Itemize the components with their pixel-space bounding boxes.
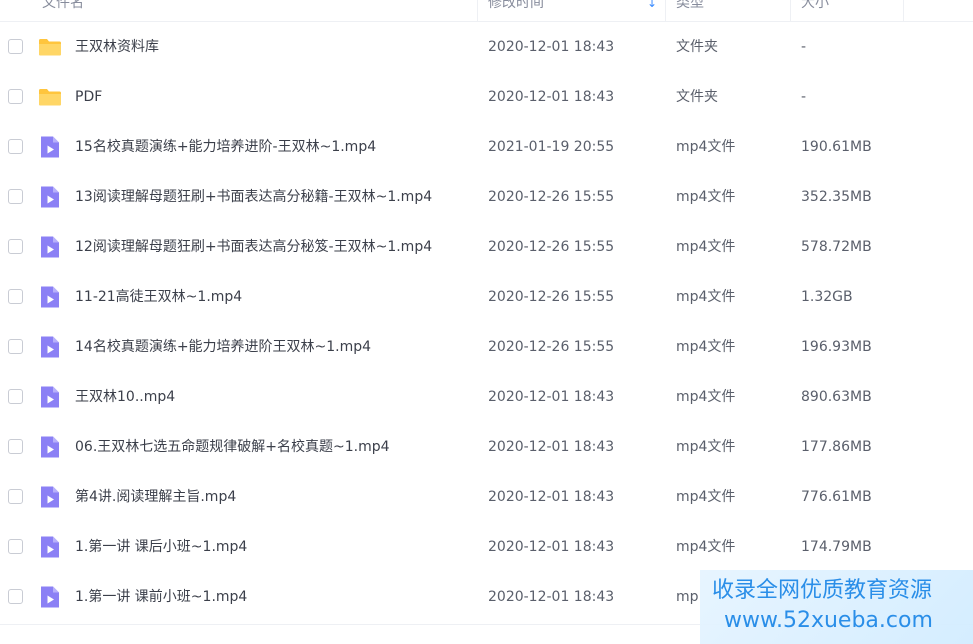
column-header-modified[interactable]: 修改时间	[488, 0, 544, 22]
file-size: -	[801, 89, 807, 105]
file-name[interactable]: PDF	[75, 72, 102, 122]
row-checkbox[interactable]	[8, 39, 23, 54]
row-checkbox[interactable]	[8, 89, 23, 104]
file-name[interactable]: 15名校真题演练+能力培养进阶-王双林~1.mp4	[75, 122, 376, 172]
file-size: 196.93MB	[801, 339, 872, 355]
file-size: 890.63MB	[801, 389, 872, 405]
file-size: 776.61MB	[801, 489, 872, 505]
file-row[interactable]: 1.第一讲 课后小班~1.mp4 2020-12-01 18:43 mp4文件 174…	[0, 522, 973, 572]
column-divider[interactable]	[665, 0, 666, 22]
file-row[interactable]: PDF 2020-12-01 18:43 文件夹 -	[0, 72, 973, 122]
file-size: 190.61MB	[801, 139, 872, 155]
file-list-header: 文件名 修改时间 ↓ 类型 大小	[0, 0, 973, 22]
file-modified-time: 2020-12-01 18:43	[488, 439, 615, 455]
file-type: mp4文件	[676, 189, 736, 205]
video-file-icon	[41, 286, 59, 308]
file-type: mp4文件	[676, 139, 736, 155]
row-checkbox[interactable]	[8, 489, 23, 504]
file-name[interactable]: 12阅读理解母题狂刷+书面表达高分秘笈-王双林~1.mp4	[75, 222, 432, 272]
row-checkbox[interactable]	[8, 389, 23, 404]
sort-descending-icon[interactable]: ↓	[647, 0, 657, 14]
file-modified-time: 2020-12-01 18:43	[488, 589, 615, 605]
file-row[interactable]: 王双林10..mp4 2020-12-01 18:43 mp4文件 890.63MB	[0, 372, 973, 422]
file-modified-time: 2020-12-01 18:43	[488, 389, 615, 405]
video-file-icon	[41, 586, 59, 608]
file-modified-time: 2020-12-26 15:55	[488, 289, 615, 305]
file-type: mp4文件	[676, 489, 736, 505]
file-type: 文件夹	[676, 39, 718, 55]
file-modified-time: 2021-01-19 20:55	[488, 139, 615, 155]
column-divider[interactable]	[903, 0, 904, 22]
file-type: mp4文件	[676, 439, 736, 455]
file-name[interactable]: 1.第一讲 课后小班~1.mp4	[75, 522, 247, 572]
row-checkbox[interactable]	[8, 189, 23, 204]
file-row[interactable]: 14名校真题演练+能力培养进阶王双林~1.mp4 2020-12-26 15:55…	[0, 322, 973, 372]
file-name[interactable]: 第4讲.阅读理解主旨.mp4	[75, 472, 236, 522]
file-row[interactable]: 12阅读理解母题狂刷+书面表达高分秘笈-王双林~1.mp4 2020-12-26 …	[0, 222, 973, 272]
file-size: 1.32GB	[801, 289, 853, 305]
video-file-icon	[41, 436, 59, 458]
file-row[interactable]: 15名校真题演练+能力培养进阶-王双林~1.mp4 2021-01-19 20:5…	[0, 122, 973, 172]
file-row[interactable]: 13阅读理解母题狂刷+书面表达高分秘籍-王双林~1.mp4 2020-12-26 …	[0, 172, 973, 222]
watermark-slogan: 收录全网优质教育资源	[712, 578, 933, 603]
file-row[interactable]: 王双林资料库 2020-12-01 18:43 文件夹 -	[0, 22, 973, 72]
video-file-icon	[41, 236, 59, 258]
file-size: 352.35MB	[801, 189, 872, 205]
file-name[interactable]: 11-21高徒王双林~1.mp4	[75, 272, 242, 322]
row-checkbox[interactable]	[8, 139, 23, 154]
file-name[interactable]: 14名校真题演练+能力培养进阶王双林~1.mp4	[75, 322, 371, 372]
file-type: 文件夹	[676, 89, 718, 105]
file-modified-time: 2020-12-01 18:43	[488, 39, 615, 55]
watermark-banner: 收录全网优质教育资源 www.52xueba.com	[700, 570, 973, 644]
file-modified-time: 2020-12-01 18:43	[488, 539, 615, 555]
file-type: mp4文件	[676, 389, 736, 405]
file-type: mp4文件	[676, 239, 736, 255]
file-size: -	[801, 39, 807, 55]
column-divider[interactable]	[790, 0, 791, 22]
watermark-url: www.52xueba.com	[724, 608, 933, 633]
file-size: 177.86MB	[801, 439, 872, 455]
file-size: 174.79MB	[801, 539, 872, 555]
video-file-icon	[41, 136, 59, 158]
column-header-size[interactable]: 大小	[801, 0, 829, 22]
file-name[interactable]: 13阅读理解母题狂刷+书面表达高分秘籍-王双林~1.mp4	[75, 172, 432, 222]
file-type: mp4文件	[676, 539, 736, 555]
column-divider[interactable]	[477, 0, 478, 22]
folder-icon	[39, 89, 61, 106]
file-name[interactable]: 王双林10..mp4	[75, 372, 175, 422]
video-file-icon	[41, 486, 59, 508]
row-checkbox[interactable]	[8, 589, 23, 604]
file-size: 578.72MB	[801, 239, 872, 255]
file-modified-time: 2020-12-26 15:55	[488, 189, 615, 205]
video-file-icon	[41, 386, 59, 408]
row-checkbox[interactable]	[8, 289, 23, 304]
file-name[interactable]: 1.第一讲 课前小班~1.mp4	[75, 572, 247, 622]
file-name[interactable]: 王双林资料库	[75, 22, 159, 72]
file-row[interactable]: 06.王双林七选五命题规律破解+名校真题~1.mp4 2020-12-01 18:…	[0, 422, 973, 472]
file-name[interactable]: 06.王双林七选五命题规律破解+名校真题~1.mp4	[75, 422, 390, 472]
row-checkbox[interactable]	[8, 239, 23, 254]
file-modified-time: 2020-12-01 18:43	[488, 89, 615, 105]
file-type: mp4文件	[676, 289, 736, 305]
file-row[interactable]: 11-21高徒王双林~1.mp4 2020-12-26 15:55 mp4文件 1.3…	[0, 272, 973, 322]
file-type: mp4文件	[676, 339, 736, 355]
column-header-type[interactable]: 类型	[676, 0, 704, 22]
column-header-name[interactable]: 文件名	[42, 0, 84, 22]
video-file-icon	[41, 536, 59, 558]
file-modified-time: 2020-12-26 15:55	[488, 339, 615, 355]
row-checkbox[interactable]	[8, 539, 23, 554]
file-row[interactable]: 第4讲.阅读理解主旨.mp4 2020-12-01 18:43 mp4文件 776.6…	[0, 472, 973, 522]
row-checkbox[interactable]	[8, 439, 23, 454]
file-modified-time: 2020-12-01 18:43	[488, 489, 615, 505]
video-file-icon	[41, 336, 59, 358]
file-type: mp	[676, 589, 699, 605]
row-checkbox[interactable]	[8, 339, 23, 354]
file-modified-time: 2020-12-26 15:55	[488, 239, 615, 255]
folder-icon	[39, 39, 61, 56]
video-file-icon	[41, 186, 59, 208]
